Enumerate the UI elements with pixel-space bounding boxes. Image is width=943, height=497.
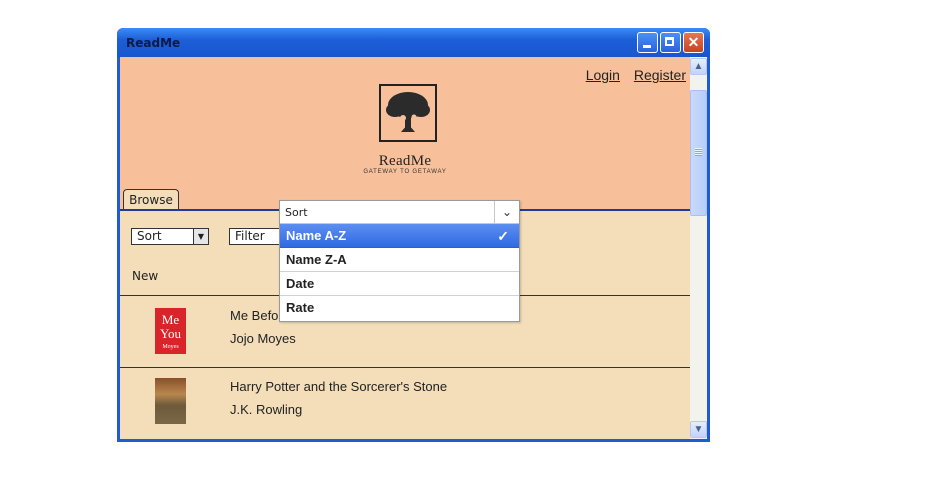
- sort-dropdown-menu[interactable]: Sort ⌄ Name A-Z ✓ Name Z-A Date Rate: [279, 200, 520, 322]
- filter-input[interactable]: Filter: [229, 228, 281, 245]
- close-button[interactable]: ✕: [683, 32, 704, 53]
- scroll-down-icon[interactable]: ▼: [690, 421, 707, 438]
- sort-select-label: Sort: [137, 229, 162, 243]
- option-label: Name A-Z: [286, 228, 347, 243]
- maximize-button[interactable]: [660, 32, 681, 53]
- sort-dropdown-value: Sort: [285, 206, 308, 219]
- chevron-down-icon[interactable]: ⌄: [494, 201, 519, 223]
- sort-option-rate[interactable]: Rate: [280, 296, 519, 320]
- scroll-up-icon[interactable]: ▲: [690, 58, 707, 75]
- dropdown-arrow-icon[interactable]: ▼: [193, 229, 208, 244]
- maximize-icon: [665, 37, 674, 46]
- svg-text:You: You: [160, 326, 182, 341]
- section-label-new: New: [132, 269, 159, 283]
- register-link[interactable]: Register: [634, 67, 686, 83]
- option-label: Name Z-A: [286, 252, 347, 267]
- scroll-thumb[interactable]: [690, 90, 707, 216]
- site-header: Login Register ReadMe GATEWAY TO GETAWAY…: [120, 57, 690, 211]
- brand-tagline: GATEWAY TO GETAWAY: [363, 169, 447, 175]
- book-cover[interactable]: [155, 378, 186, 424]
- option-label: Date: [286, 276, 315, 291]
- minimize-button[interactable]: [637, 32, 658, 53]
- vertical-scrollbar[interactable]: ▲ ▼: [690, 57, 707, 439]
- book-row[interactable]: Harry Potter and the Sorcerer's Stone J.…: [120, 368, 690, 439]
- window-title: ReadMe: [126, 36, 181, 50]
- filter-label: Filter: [235, 229, 265, 243]
- brand-name: ReadMe: [378, 153, 432, 169]
- check-icon: ✓: [497, 228, 509, 244]
- close-icon: ✕: [687, 34, 700, 50]
- option-label: Rate: [286, 300, 315, 315]
- svg-text:Me: Me: [162, 312, 180, 327]
- book-author: J.K. Rowling: [230, 402, 303, 417]
- book-cover[interactable]: Me You Moyes: [155, 308, 186, 354]
- svg-text:Moyes: Moyes: [162, 344, 179, 350]
- tree-logo-icon: [379, 84, 437, 142]
- sort-select[interactable]: Sort ▼: [131, 228, 209, 245]
- book-title[interactable]: Harry Potter and the Sorcerer's Stone: [230, 379, 447, 394]
- book-author: Jojo Moyes: [230, 331, 296, 346]
- minimize-icon: [643, 45, 651, 48]
- login-link[interactable]: Login: [586, 67, 620, 83]
- sort-option-name-z-a[interactable]: Name Z-A: [280, 248, 519, 272]
- sort-option-date[interactable]: Date: [280, 272, 519, 296]
- title-bar[interactable]: ReadMe ✕: [117, 28, 710, 57]
- auth-links: Login Register: [576, 67, 686, 83]
- tab-browse[interactable]: Browse: [123, 189, 179, 209]
- sort-dropdown-header[interactable]: Sort ⌄: [280, 201, 519, 224]
- grip-icon: [695, 148, 702, 156]
- sort-option-name-a-z[interactable]: Name A-Z ✓: [280, 224, 519, 248]
